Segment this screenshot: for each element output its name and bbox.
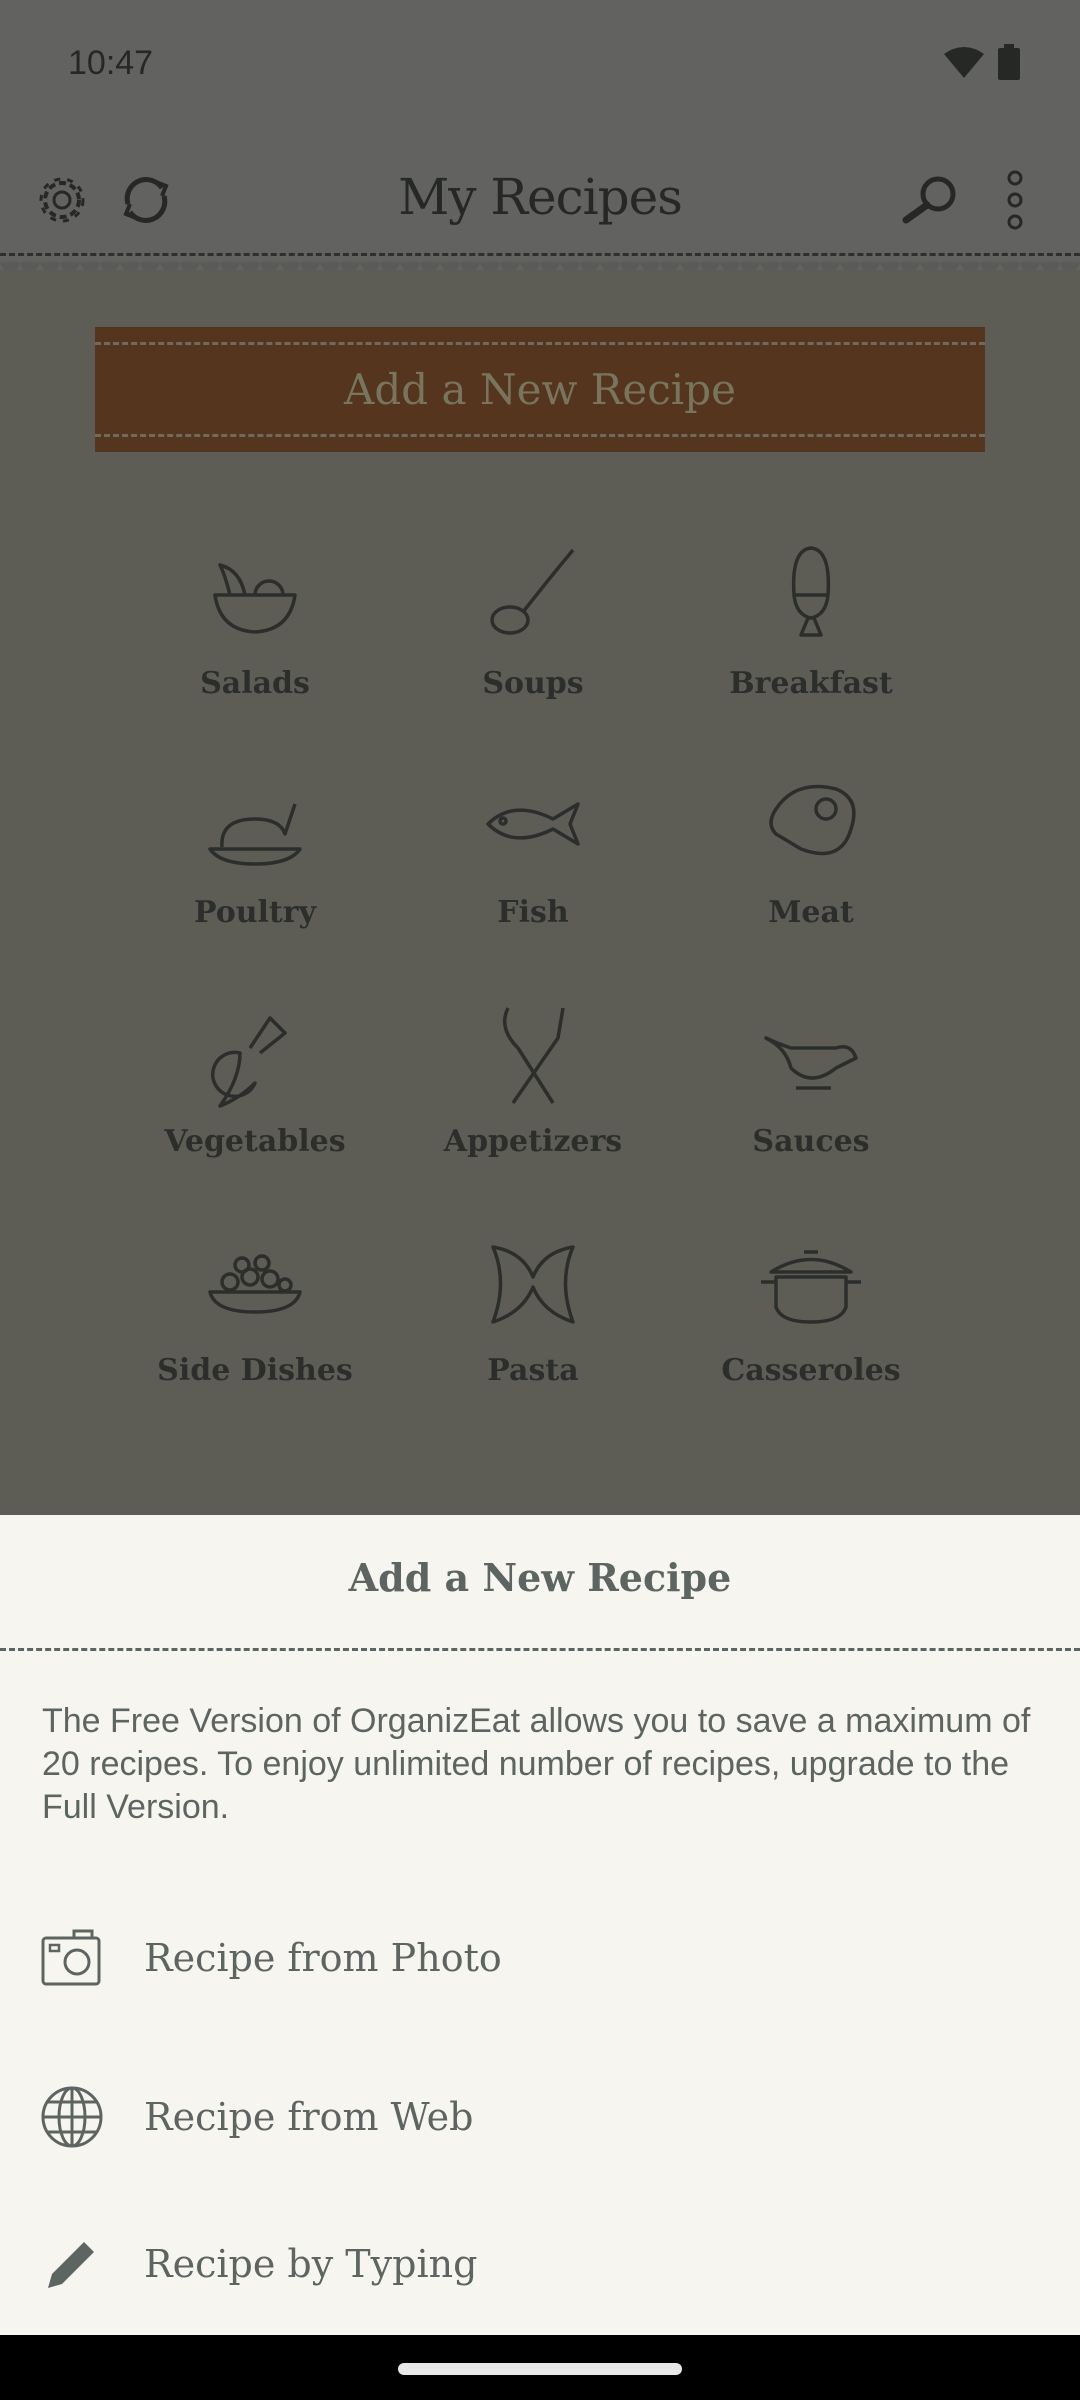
casserole-icon [761,1250,861,1324]
category-appetizers[interactable]: Appetizers [403,998,663,1159]
status-bar: 10:47 [0,0,1080,130]
category-label: Poultry [193,895,317,930]
category-sauces[interactable]: Sauces [681,998,941,1159]
more-vert-icon[interactable] [1000,170,1030,230]
farfalle-icon [491,1245,575,1324]
radish-icon [211,1016,287,1108]
bottom-sheet: Add a New Recipe The Free Version of Org… [0,1515,1080,2335]
salad-bowl-icon [213,563,297,634]
sheet-message: The Free Version of OrganizEat allows yo… [42,1702,1031,1826]
option-label: Recipe from Photo [144,1936,502,1980]
globe-icon [41,2086,103,2148]
category-side-dishes[interactable]: Side Dishes [125,1227,385,1388]
category-label: Meat [768,895,854,930]
ladle-icon [490,548,575,635]
fish-icon [486,802,580,846]
spoon-fork-icon [502,1007,565,1104]
option-label: Recipe from Web [144,2095,474,2139]
roast-chicken-icon [208,803,302,866]
category-label: Pasta [487,1353,579,1388]
search-icon[interactable] [900,170,960,230]
add-recipe-label: Add a New Recipe [344,365,736,414]
category-fish[interactable]: Fish [403,769,663,930]
category-pasta[interactable]: Pasta [403,1227,663,1388]
pencil-icon [48,2242,94,2288]
category-breakfast[interactable]: Breakfast [681,540,941,701]
status-time: 10:47 [68,44,154,82]
category-label: Sauces [752,1124,870,1159]
option-recipe-from-photo[interactable]: Recipe from Photo [0,1898,1080,2018]
category-label: Salads [200,666,310,701]
category-meat[interactable]: Meat [681,769,941,930]
category-label: Breakfast [729,666,893,701]
category-label: Soups [482,666,584,701]
category-salads[interactable]: Salads [125,540,385,701]
toolbar-divider [0,253,1080,256]
option-recipe-by-typing[interactable]: Recipe by Typing [0,2204,1080,2324]
category-label: Vegetables [164,1124,346,1159]
scallop-edge [0,262,1080,284]
category-label: Fish [497,895,569,930]
navigation-bar [0,2335,1080,2400]
category-poultry[interactable]: Poultry [125,769,385,930]
sheet-title: Add a New Recipe [348,1555,732,1600]
steak-icon [769,784,856,856]
category-label: Side Dishes [157,1353,353,1388]
category-soups[interactable]: Soups [403,540,663,701]
home-gesture-handle[interactable] [398,2363,682,2375]
category-label: Casseroles [721,1353,901,1388]
category-vegetables[interactable]: Vegetables [125,998,385,1159]
toolbar: My Recipes [0,130,1080,270]
battery-icon [998,44,1020,80]
option-recipe-from-web[interactable]: Recipe from Web [0,2057,1080,2177]
wifi-icon [944,47,984,78]
category-casseroles[interactable]: Casseroles [681,1227,941,1388]
sheet-divider [0,1648,1080,1651]
add-recipe-button[interactable]: Add a New Recipe [95,327,985,452]
category-label: Appetizers [443,1124,623,1159]
side-dish-icon [208,1254,302,1314]
camera-icon [41,1929,101,1986]
option-label: Recipe by Typing [144,2242,478,2286]
gravy-boat-icon [764,1036,858,1090]
egg-cup-icon [791,546,831,637]
